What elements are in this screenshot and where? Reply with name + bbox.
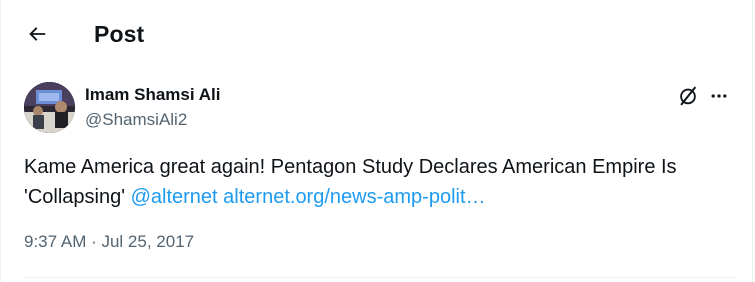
post-timestamp[interactable]: 9:37 AM · Jul 25, 2017	[24, 232, 194, 252]
avatar[interactable]	[24, 82, 75, 133]
post-detail-panel: Post Imam Shamsi Ali @ShamsiAli2 Kame Am	[0, 0, 753, 282]
grok-slash-icon	[680, 86, 696, 106]
more-horizontal-icon	[711, 94, 727, 98]
back-button[interactable]	[19, 16, 55, 52]
url-link[interactable]: alternet.org/news-amp-polit…	[223, 186, 485, 208]
tweet-text: Kame America great again! Pentagon Study…	[24, 152, 736, 212]
page-title: Post	[94, 21, 145, 47]
more-button[interactable]	[705, 82, 733, 110]
author-handle[interactable]: @ShamsiAli2	[85, 110, 187, 130]
grok-button[interactable]	[674, 82, 702, 110]
author-name[interactable]: Imam Shamsi Ali	[85, 85, 220, 105]
avatar-photo	[24, 82, 75, 133]
divider	[24, 277, 736, 278]
post-header: Post	[1, 0, 752, 68]
mention-link[interactable]: @alternet	[131, 186, 218, 208]
arrow-left-icon	[29, 27, 46, 41]
